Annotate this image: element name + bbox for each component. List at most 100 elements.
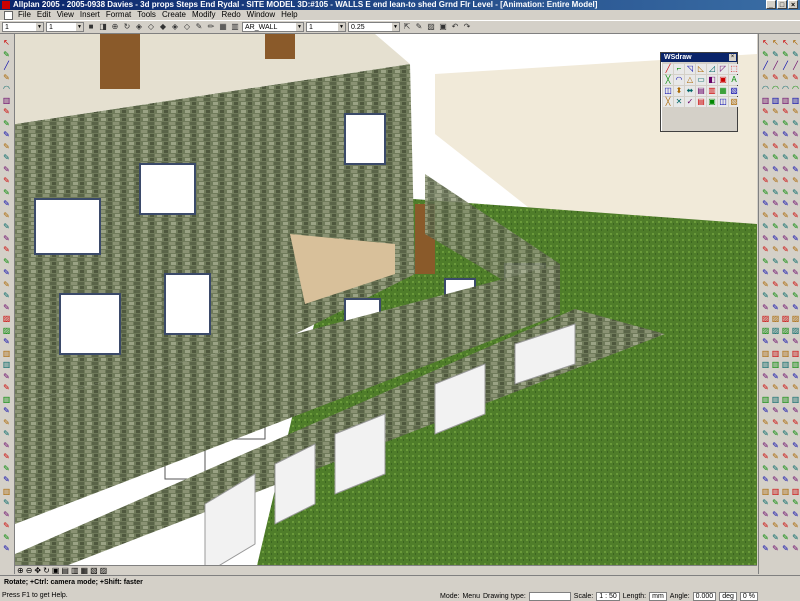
- pencil-icon[interactable]: ✎: [781, 418, 790, 427]
- wall-icon[interactable]: ▥: [771, 349, 780, 358]
- pencil-icon[interactable]: ✎: [791, 475, 800, 484]
- pencil-icon[interactable]: ✎: [2, 418, 11, 427]
- pencil-icon[interactable]: ✎: [781, 268, 790, 277]
- pencil-icon[interactable]: ✎: [771, 475, 780, 484]
- cube-icon[interactable]: ◈: [170, 22, 180, 32]
- pencil-icon[interactable]: ✎: [771, 521, 780, 530]
- hatch-icon[interactable]: ▨: [791, 314, 800, 323]
- pencil-icon[interactable]: ✎: [791, 452, 800, 461]
- pencil-icon[interactable]: ✎: [791, 245, 800, 254]
- pencil-icon[interactable]: ✎: [771, 464, 780, 473]
- close-icon[interactable]: ×: [788, 0, 798, 9]
- pencil-icon[interactable]: ✎: [771, 257, 780, 266]
- pencil-icon[interactable]: ✎: [771, 50, 780, 59]
- cube-icon[interactable]: ◆: [158, 22, 168, 32]
- hatch-icon[interactable]: ▨: [761, 314, 770, 323]
- pencil-icon[interactable]: ✎: [761, 337, 770, 346]
- pencil-icon[interactable]: ✎: [2, 475, 11, 484]
- chevron-down-icon[interactable]: ▼: [392, 23, 399, 31]
- pencil-icon[interactable]: ✎: [791, 383, 800, 392]
- pencil-icon[interactable]: ✎: [771, 452, 780, 461]
- pencil-icon[interactable]: ✎: [771, 107, 780, 116]
- view-icon[interactable]: ▣: [52, 566, 60, 575]
- pencil-icon[interactable]: ✎: [761, 165, 770, 174]
- chevron-down-icon[interactable]: ▼: [338, 23, 345, 31]
- color-icon[interactable]: ■: [86, 22, 96, 32]
- pencil-icon[interactable]: ✎: [791, 464, 800, 473]
- palette-tool-icon[interactable]: ▧: [729, 97, 739, 107]
- pencil-icon[interactable]: ✎: [791, 142, 800, 151]
- menu-view[interactable]: View: [54, 10, 77, 20]
- pencil-icon[interactable]: ✎: [761, 280, 770, 289]
- pencil-icon[interactable]: ✎: [2, 429, 11, 438]
- wsdraw-palette[interactable]: WSdraw × ╱ ⌐ ◹ ◺ ◿ ◸ ⬚ ╳ ◠ △ ▭ ◧ ▣ A ◫ ⬍ ⬌ ▤ ▥ ▦ ▧ ╳ ✕ ✓ ▤ ▣ ◫ ▧: [660, 52, 739, 132]
- pencil-icon[interactable]: ✎: [761, 544, 770, 553]
- palette-tool-icon[interactable]: ╳: [663, 97, 673, 107]
- wall-icon[interactable]: ▥: [2, 360, 11, 369]
- wall-icon[interactable]: ▥: [791, 487, 800, 496]
- pencil-icon[interactable]: ✎: [761, 199, 770, 208]
- pencil-icon[interactable]: ✎: [761, 211, 770, 220]
- palette-tool-icon[interactable]: ▥: [707, 86, 717, 96]
- pencil-icon[interactable]: ✎: [761, 533, 770, 542]
- wall-icon[interactable]: ▥: [781, 360, 790, 369]
- palette-tool-icon[interactable]: A: [729, 75, 739, 85]
- pencil-icon[interactable]: ✎: [781, 119, 790, 128]
- pencil-icon[interactable]: ✎: [2, 372, 11, 381]
- hatch-icon[interactable]: ▨: [761, 326, 770, 335]
- pencil-icon[interactable]: ✎: [771, 337, 780, 346]
- refresh-icon[interactable]: ↻: [122, 22, 132, 32]
- pencil-icon[interactable]: ✎: [781, 510, 790, 519]
- wall-icon[interactable]: ▥: [781, 349, 790, 358]
- view-icon[interactable]: ▤: [61, 566, 69, 575]
- hatch-icon[interactable]: ▨: [426, 22, 436, 32]
- pencil-icon[interactable]: ✎: [771, 153, 780, 162]
- undo-icon[interactable]: ↶: [450, 22, 460, 32]
- pencil-icon[interactable]: ✎: [781, 406, 790, 415]
- layer-icon[interactable]: ◨: [98, 22, 108, 32]
- palette-tool-icon[interactable]: ◸: [718, 64, 728, 74]
- wall-icon[interactable]: ▥: [791, 349, 800, 358]
- pencil-icon[interactable]: ✎: [791, 119, 800, 128]
- pencil-icon[interactable]: ✎: [2, 510, 11, 519]
- wall-icon[interactable]: ▥: [791, 395, 800, 404]
- arc-icon[interactable]: ◠: [771, 84, 780, 93]
- pencil-icon[interactable]: ✎: [2, 73, 11, 82]
- pencil-icon[interactable]: ✎: [771, 199, 780, 208]
- pencil-icon[interactable]: ✎: [791, 222, 800, 231]
- pencil-icon[interactable]: ✎: [771, 418, 780, 427]
- palette-tool-icon[interactable]: ▤: [696, 97, 706, 107]
- pencil-icon[interactable]: ✎: [791, 199, 800, 208]
- hatch-icon[interactable]: ▨: [781, 314, 790, 323]
- pointer-icon[interactable]: ⇱: [402, 22, 412, 32]
- pencil-icon[interactable]: ✎: [781, 372, 790, 381]
- pencil-icon[interactable]: ✎: [771, 533, 780, 542]
- hatch-icon[interactable]: ▨: [771, 314, 780, 323]
- pencil-icon[interactable]: ✎: [781, 188, 790, 197]
- wall-icon[interactable]: ▥: [2, 96, 11, 105]
- zoom-in-icon[interactable]: ⊕: [17, 566, 24, 575]
- pencil-icon[interactable]: ✎: [2, 188, 11, 197]
- wall-icon[interactable]: ▥: [2, 487, 11, 496]
- pencil-icon[interactable]: ✎: [761, 130, 770, 139]
- grid-icon[interactable]: ▦: [218, 22, 228, 32]
- pencil-icon[interactable]: ✎: [791, 107, 800, 116]
- pencil-icon[interactable]: ✎: [761, 107, 770, 116]
- pencil-icon[interactable]: ✎: [791, 268, 800, 277]
- pencil-icon[interactable]: ✎: [2, 176, 11, 185]
- pencil-icon[interactable]: ✎: [2, 234, 11, 243]
- pencil-icon[interactable]: ✎: [791, 406, 800, 415]
- palette-tool-icon[interactable]: ⬍: [674, 86, 684, 96]
- arc-icon[interactable]: ◠: [2, 84, 11, 93]
- pointer-icon[interactable]: ↖: [761, 38, 770, 47]
- pencil-icon[interactable]: ✎: [771, 73, 780, 82]
- pencil-icon[interactable]: ✎: [761, 383, 770, 392]
- pencil-icon[interactable]: ✎: [761, 50, 770, 59]
- pencil-icon[interactable]: ✎: [771, 498, 780, 507]
- pencil-icon[interactable]: ✎: [761, 418, 770, 427]
- pencil-icon[interactable]: ✎: [771, 429, 780, 438]
- pencil-icon[interactable]: ✎: [761, 73, 770, 82]
- pencil-icon[interactable]: ✎: [791, 521, 800, 530]
- pencil-icon[interactable]: ✎: [771, 544, 780, 553]
- menu-format[interactable]: Format: [103, 10, 134, 20]
